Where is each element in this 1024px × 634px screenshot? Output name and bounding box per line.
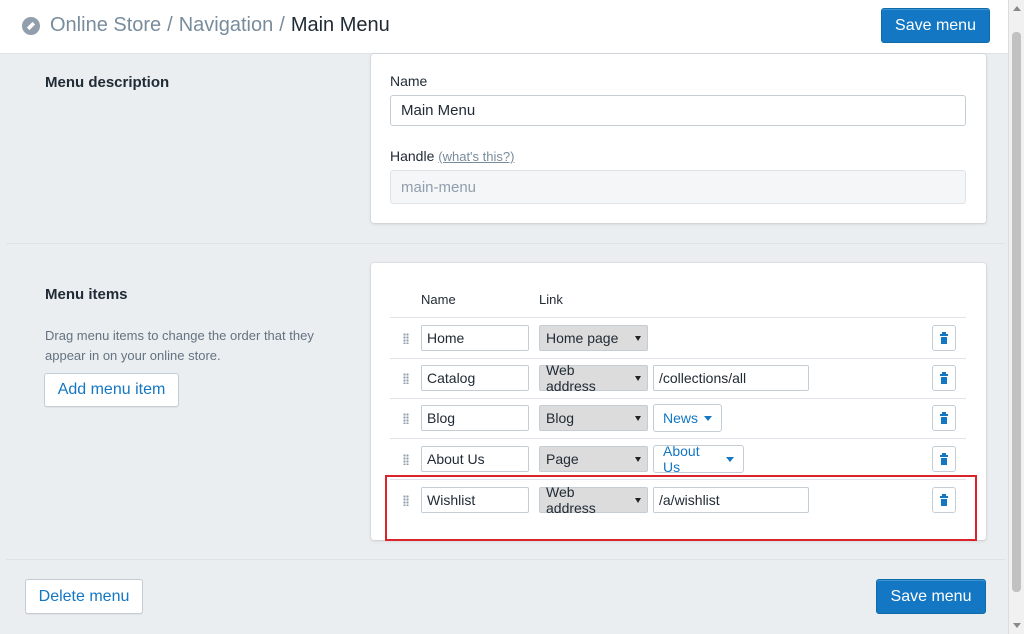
scroll-down-icon[interactable] xyxy=(1013,623,1021,628)
save-menu-button-top[interactable]: Save menu xyxy=(881,8,990,43)
column-header-name: Name xyxy=(421,292,456,307)
trash-icon[interactable] xyxy=(932,325,956,351)
delete-menu-button[interactable]: Delete menu xyxy=(25,579,143,614)
link-type-select[interactable]: Page xyxy=(539,446,648,472)
trash-icon[interactable] xyxy=(932,365,956,391)
link-type-value: Home page xyxy=(546,330,619,346)
highlight-box xyxy=(385,475,977,541)
menu-items-helper-text: Drag menu items to change the order that… xyxy=(45,328,314,363)
caret-down-icon xyxy=(635,375,641,381)
name-label: Name xyxy=(390,73,428,89)
drag-handle-icon[interactable] xyxy=(403,454,409,465)
link-url-input[interactable]: /collections/all xyxy=(653,365,809,391)
blog-dropdown-label: News xyxy=(663,410,699,426)
breadcrumb-navigation[interactable]: Navigation xyxy=(179,14,274,37)
scroll-up-icon[interactable] xyxy=(1013,6,1021,11)
item-name-input[interactable]: Catalog xyxy=(421,365,529,391)
item-name-input[interactable]: About Us xyxy=(421,446,529,472)
item-name-input[interactable]: Home xyxy=(421,325,529,351)
breadcrumb: Online Store / Navigation / Main Menu xyxy=(22,14,390,37)
link-type-value: Web address xyxy=(546,362,596,394)
link-type-select[interactable]: Web address xyxy=(539,362,648,394)
trash-icon[interactable] xyxy=(932,405,956,431)
add-menu-item-button[interactable]: Add menu item xyxy=(44,373,179,407)
save-menu-button-bottom[interactable]: Save menu xyxy=(876,579,986,614)
handle-label-text: Handle xyxy=(390,148,435,164)
caret-down-icon xyxy=(726,456,734,462)
handle-input: main-menu xyxy=(390,170,966,204)
column-header-link: Link xyxy=(539,292,563,307)
drag-handle-icon[interactable] xyxy=(403,413,409,424)
caret-down-icon xyxy=(635,456,641,462)
row-divider xyxy=(390,398,966,399)
compass-icon xyxy=(22,16,40,35)
whats-this-link[interactable]: (what's this?) xyxy=(438,149,514,164)
caret-down-icon xyxy=(635,335,641,341)
scrollbar[interactable] xyxy=(1008,0,1024,634)
breadcrumb-separator: / xyxy=(279,14,285,36)
page-dropdown-button[interactable]: About Us xyxy=(653,443,744,475)
link-type-select[interactable]: Blog xyxy=(539,405,648,431)
link-type-value: Blog xyxy=(546,410,575,426)
link-type-value: Page xyxy=(546,451,579,467)
row-divider xyxy=(390,358,966,359)
breadcrumb-separator: / xyxy=(167,14,173,36)
header-divider xyxy=(390,317,966,318)
caret-down-icon xyxy=(704,415,713,421)
drag-handle-icon[interactable] xyxy=(403,373,409,384)
drag-handle-icon[interactable] xyxy=(403,333,409,344)
scrollbar-thumb[interactable] xyxy=(1012,32,1021,592)
item-name-input[interactable]: Blog xyxy=(421,405,529,431)
breadcrumb-current: Main Menu xyxy=(290,14,390,36)
trash-icon[interactable] xyxy=(932,446,956,472)
breadcrumb-online-store[interactable]: Online Store xyxy=(50,14,161,37)
row-divider xyxy=(390,438,966,439)
menu-items-title: Menu items xyxy=(45,286,128,303)
link-type-select[interactable]: Home page xyxy=(539,325,648,351)
menu-name-input[interactable]: Main Menu xyxy=(390,95,966,126)
top-bar: Online Store / Navigation / Main Menu Sa… xyxy=(0,0,1008,54)
footer-divider xyxy=(6,559,1005,560)
section-divider xyxy=(6,243,1005,244)
menu-description-title: Menu description xyxy=(45,74,170,91)
blog-dropdown-button[interactable]: News xyxy=(653,404,722,432)
page-dropdown-label: About Us xyxy=(663,443,700,475)
handle-label: Handle (what's this?) xyxy=(390,148,514,164)
caret-down-icon xyxy=(635,415,641,421)
